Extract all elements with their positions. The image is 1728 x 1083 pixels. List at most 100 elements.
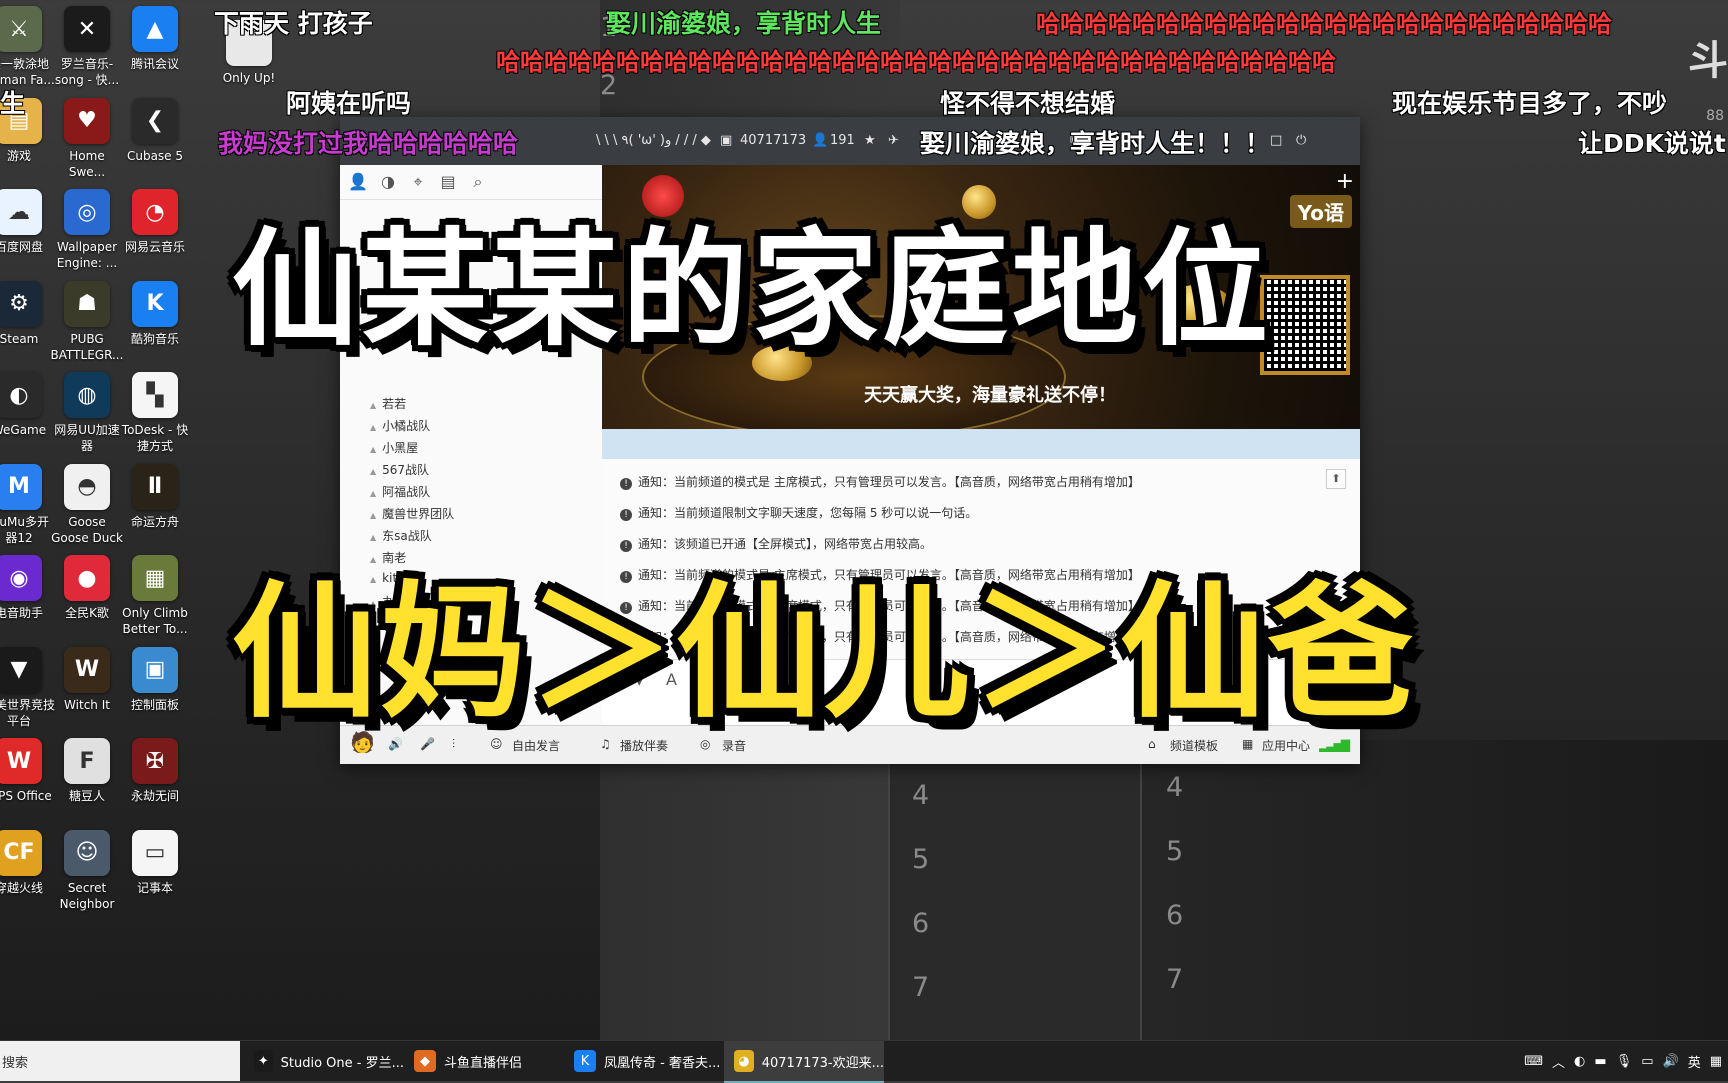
desktop-icon[interactable]: ● 全民K歌: [48, 555, 126, 621]
line-number: 7: [912, 972, 930, 1003]
app-icon: ●: [64, 555, 110, 601]
desktop-icon[interactable]: ◔ 网易云音乐: [116, 189, 194, 255]
scroll-to-top-button[interactable]: ⬆: [1326, 469, 1346, 489]
desktop-icon[interactable]: ✕ 罗兰音乐-song - 快...: [48, 6, 126, 88]
chevron-up-icon[interactable]: ︿: [1552, 1052, 1565, 1071]
desktop-icon[interactable]: ◓ Goose Goose Duck: [48, 463, 126, 546]
desktop-icon[interactable]: ▦ Only Climb Better To...: [116, 555, 194, 637]
desktop-icon-label: 记事本: [136, 880, 173, 895]
desktop-icon[interactable]: ▲ 腾讯会议: [116, 6, 194, 72]
channel-item[interactable]: 魔兽世界团队: [370, 505, 454, 522]
danmaku-comment: 下雨天 打孩子: [214, 9, 373, 38]
app-icon: ▣: [132, 646, 178, 693]
taskbar-app-icon: K: [574, 1050, 596, 1072]
desktop-icon-label: 控制面板: [130, 697, 179, 712]
desktop-icon[interactable]: ☺ Secret Neighbor: [48, 829, 126, 912]
online-count: 191: [830, 133, 855, 148]
taskbar-app-label: Studio One - 罗兰...: [280, 1055, 404, 1071]
app-icon: ☗: [64, 280, 110, 327]
desktop-icon[interactable]: Ⅱ 命运方舟: [116, 463, 194, 530]
app-icon: K: [132, 280, 178, 327]
favorite-star-icon[interactable]: ★: [864, 133, 876, 148]
desktop-icon-label: 网易云音乐: [124, 240, 185, 254]
user-count-icon: 👤: [812, 133, 829, 148]
power-icon[interactable]: ⏻: [1296, 133, 1306, 148]
app-icon: ✠: [132, 738, 178, 784]
tray-app-icon[interactable]: ▬: [1594, 1054, 1606, 1069]
line-number: 5: [912, 844, 930, 875]
desktop-icon[interactable]: F 糖豆人: [48, 738, 126, 804]
channel-item[interactable]: 阿福战队: [370, 483, 430, 500]
qr-code: [1260, 275, 1350, 375]
desktop-icon[interactable]: ◎ Wallpaper Engine: ...: [48, 189, 126, 271]
line-number: 5: [1166, 836, 1184, 867]
editor-pane-middle: 4 5 6 7: [888, 740, 1150, 1040]
microphone-icon[interactable]: 🎙: [1616, 1054, 1633, 1069]
banner-brand-label: Yo语: [1289, 195, 1352, 228]
desktop-icon-label: 永劫无间: [130, 789, 179, 803]
app-icon: ☁: [0, 189, 42, 235]
app-icon: ♥: [64, 97, 110, 144]
desktop-icon-label: Only Climb Better To...: [122, 606, 188, 636]
taskbar-app[interactable]: K 凤凰传奇 - 奢香夫...: [564, 1041, 724, 1081]
input-method-icon[interactable]: ▦: [1710, 1054, 1722, 1069]
taskbar-app[interactable]: ✦ Studio One - 罗兰...: [244, 1041, 404, 1081]
app-icon: ◍: [64, 372, 110, 418]
desktop-icon[interactable]: ◍ 网易UU加速器: [48, 372, 126, 454]
desktop-icon-label: 全民K歌: [65, 606, 109, 620]
channel-item[interactable]: 小橘战队: [370, 417, 430, 434]
desktop-icon[interactable]: ♥ Home Swe...: [48, 97, 126, 180]
keyboard-icon[interactable]: ⌨: [1524, 1054, 1543, 1069]
overlay-title: 仙某某的家庭地位: [232, 216, 1272, 363]
volume-icon[interactable]: 🔊: [1663, 1054, 1679, 1069]
desktop-icon-label: 酷狗音乐: [130, 331, 179, 346]
desktop-icon[interactable]: ❮ Cubase 5: [116, 97, 194, 164]
corner-number: 88: [1706, 108, 1724, 124]
channel-id-icon: ▣: [720, 133, 733, 148]
danmaku-comment: 娶川渝婆娘，享背时人生！！！: [920, 129, 1271, 158]
channel-id: 40717173: [740, 133, 807, 148]
taskbar-app[interactable]: ◆ 斗鱼直播伴侣: [404, 1041, 564, 1081]
system-tray: ⌨ ︿ ◐ ▬ 🎙 ▭ 🔊 英 ▦: [1524, 1041, 1728, 1081]
taskbar-search[interactable]: 搜索: [0, 1041, 240, 1081]
share-icon[interactable]: ✈: [888, 133, 899, 148]
desktop-icon[interactable]: ▭ 记事本: [116, 829, 194, 896]
network-icon[interactable]: ▭: [1641, 1054, 1653, 1069]
line-number: 6: [1166, 900, 1184, 931]
app-icon: ◔: [132, 189, 178, 235]
taskbar: 搜索 ✦ Studio One - 罗兰... ◆ 斗鱼直播伴侣 K 凤凰传奇 - 奢香夫…: [0, 1040, 1728, 1083]
danmaku-comment: 我妈没打过我哈哈哈哈哈哈: [218, 129, 519, 158]
channel-item[interactable]: 小黑屋: [370, 439, 418, 456]
overlay-ranking: 仙妈＞仙儿＞仙爸: [232, 568, 1416, 738]
taskbar-app-label: 凤凰传奇 - 奢香夫...: [604, 1055, 721, 1071]
channel-item[interactable]: 567战队: [370, 461, 429, 478]
desktop-icon-label: Secret Neighbor: [59, 880, 115, 911]
desktop-icon[interactable]: ✠ 永劫无间: [116, 738, 194, 804]
desktop-icon-label: 腾讯会议: [130, 57, 179, 71]
app-icon: ▦: [132, 555, 178, 601]
app-icon: W: [0, 738, 42, 784]
desktop-icon[interactable]: W Witch It: [48, 646, 126, 713]
desktop-icon[interactable]: ☗ PUBG BATTLEGR...: [48, 280, 126, 363]
taskbar-app-icon: ✦: [254, 1050, 273, 1072]
desktop-icon[interactable]: K 酷狗音乐: [116, 280, 194, 347]
desktop-icon-label: 罗兰音乐-song - 快...: [54, 57, 120, 87]
tray-app-icon[interactable]: ◐: [1574, 1054, 1585, 1069]
danmaku-comment: 哈哈哈哈哈哈哈哈哈哈哈哈哈哈哈哈哈哈哈哈哈哈哈哈哈哈哈哈哈哈哈哈哈哈哈: [496, 48, 1336, 76]
minimize-icon[interactable]: □: [1270, 133, 1282, 148]
editor-pane-right: 4 5 6 7: [1140, 740, 1728, 1040]
taskbar-app[interactable]: ◕ 40717173-欢迎来...: [724, 1041, 884, 1083]
app-icon: ◓: [64, 463, 110, 510]
app-icon: ◐: [0, 372, 42, 418]
desktop-icon-label: Witch It: [64, 697, 110, 712]
input-language[interactable]: 英: [1688, 1052, 1701, 1071]
channel-item[interactable]: 若若: [370, 395, 406, 412]
line-number: 7: [1166, 964, 1184, 995]
add-icon[interactable]: +: [1336, 169, 1354, 194]
app-icon: ☺: [64, 829, 110, 876]
desktop-icon-label: ToDesk - 快捷方式: [121, 423, 189, 453]
taskbar-app-label: 斗鱼直播伴侣: [444, 1055, 523, 1071]
desktop-icon[interactable]: ▚ ToDesk - 快捷方式: [116, 372, 194, 454]
channel-info-bar: [602, 429, 1360, 459]
desktop-icon[interactable]: ▣ 控制面板: [116, 646, 194, 713]
